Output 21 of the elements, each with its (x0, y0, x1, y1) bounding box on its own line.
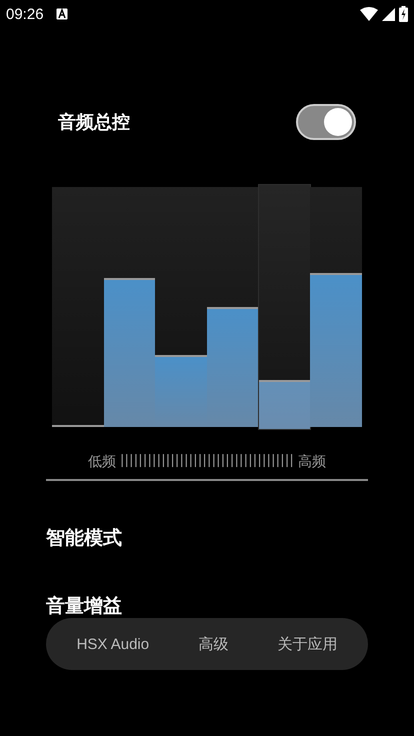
signal-icon (382, 8, 395, 20)
battery-icon (399, 6, 408, 22)
frequency-scale: |||||||||||||||||||||||||||||||||||||| (120, 453, 294, 470)
band-slider[interactable] (155, 187, 208, 427)
band-slider[interactable] (52, 187, 104, 427)
keyboard-a-icon (56, 8, 68, 20)
nav-tab[interactable]: HSX Audio (76, 636, 150, 652)
setting-item[interactable]: 音量增益 (46, 594, 122, 616)
status-time: 09:26 (6, 6, 44, 22)
nav-tab[interactable]: 关于应用 (277, 634, 338, 654)
low-frequency-label: 低频 (88, 453, 116, 471)
band-slider[interactable] (258, 185, 310, 429)
band-slider[interactable] (104, 187, 156, 427)
band-slider[interactable] (207, 187, 259, 427)
master-toggle[interactable] (296, 104, 356, 140)
band-slider[interactable] (310, 187, 362, 427)
setting-item[interactable]: 智能模式 (46, 526, 122, 548)
high-frequency-label: 高频 (298, 453, 326, 471)
master-label: 音频总控 (58, 111, 130, 134)
nav-tab[interactable]: 高级 (198, 634, 228, 654)
wifi-icon (360, 7, 378, 21)
